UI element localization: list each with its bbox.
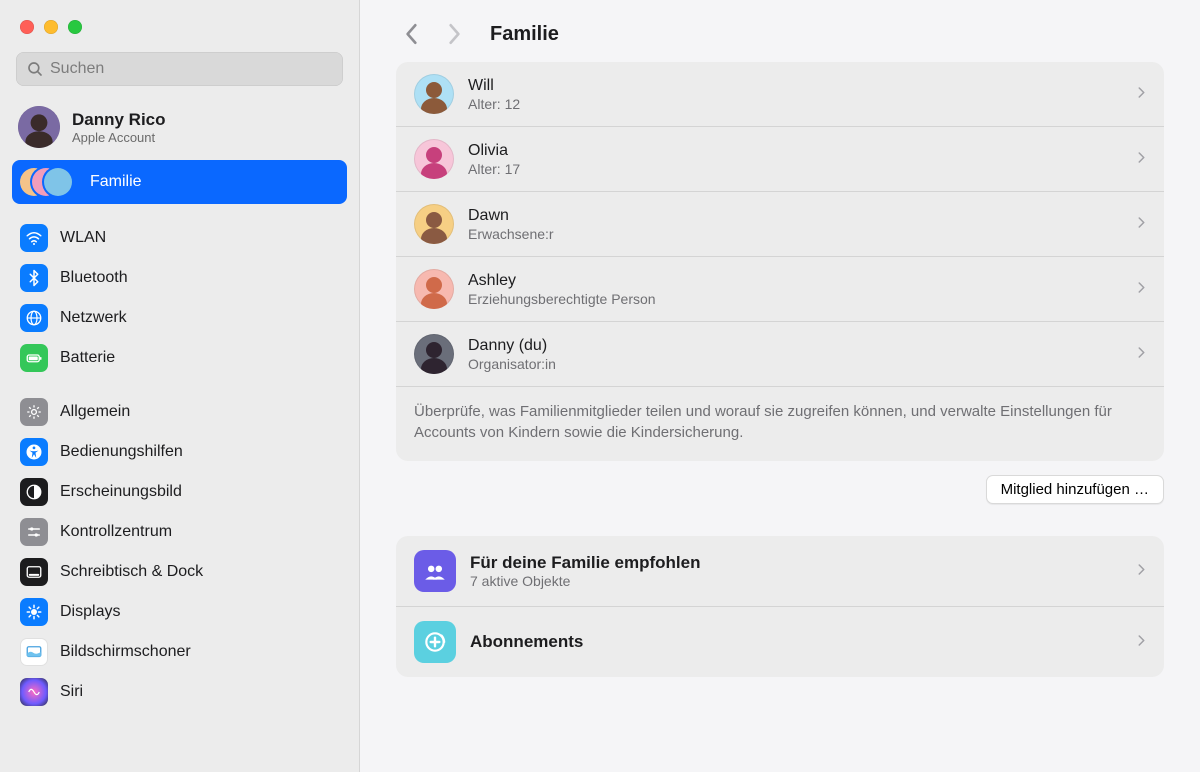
sidebar-item-label: Netzwerk [60,309,127,327]
sidebar-item-familie[interactable]: Familie [12,160,347,204]
sidebar-item-label: Allgemein [60,403,130,421]
sidebar: Danny Rico Apple Account Familie WLAN Blu… [0,0,360,772]
sidebar-item-allgemein[interactable]: Allgemein [12,392,347,432]
search-input[interactable] [50,60,333,78]
member-name: Olivia [468,142,1123,160]
plus-icon [414,621,456,663]
family-member-row[interactable]: Will Alter: 12 [396,62,1164,126]
sidebar-item-bluetooth[interactable]: Bluetooth [12,258,347,298]
sidebar-nav: Familie WLAN Bluetooth Netzwerk Batterie Al… [0,158,359,772]
family-member-row[interactable]: Danny (du) Organisator:in [396,321,1164,386]
sliders-icon [20,518,48,546]
zoom-window-button[interactable] [68,20,82,34]
feature-title: Abonnements [470,632,1123,652]
family-avatars-icon [20,166,78,198]
display-icon [20,598,48,626]
close-window-button[interactable] [20,20,34,34]
apple-account-row[interactable]: Danny Rico Apple Account [0,96,359,158]
main-panel: Familie Will Alter: 12 Olivia Alter: 17 [360,0,1200,772]
family-member-row[interactable]: Ashley Erziehungsberechtigte Person [396,256,1164,321]
member-avatar [414,204,454,244]
feature-row[interactable]: Für deine Familie empfohlen 7 aktive Obj… [396,536,1164,606]
member-name: Will [468,77,1123,95]
chevron-right-icon [1137,345,1146,363]
sidebar-item-label: Batterie [60,349,115,367]
family-features-card: Für deine Familie empfohlen 7 aktive Obj… [396,536,1164,677]
add-member-button[interactable]: Mitglied hinzufügen … [986,475,1164,504]
sidebar-item-erscheinungsbild[interactable]: Erscheinungsbild [12,472,347,512]
sidebar-item-netzwerk[interactable]: Netzwerk [12,298,347,338]
sidebar-item-label: Bildschirmschoner [60,643,191,661]
sidebar-item-siri[interactable]: Siri [12,672,347,712]
sidebar-item-displays[interactable]: Displays [12,592,347,632]
group-icon [414,550,456,592]
appear-icon [20,478,48,506]
member-subtitle: Organisator:in [468,356,1123,372]
member-name: Dawn [468,207,1123,225]
sidebar-item-schreibtisch-dock[interactable]: Schreibtisch & Dock [12,552,347,592]
battery-icon [20,344,48,372]
sidebar-item-bildschirmschoner[interactable]: Bildschirmschoner [12,632,347,672]
sidebar-item-kontrollzentrum[interactable]: Kontrollzentrum [12,512,347,552]
sidebar-item-wlan[interactable]: WLAN [12,218,347,258]
search-field[interactable] [16,52,343,86]
ssaver-icon [20,638,48,666]
ax-icon [20,438,48,466]
chevron-right-icon [1137,85,1146,103]
member-name: Danny (du) [468,337,1123,355]
account-subtitle: Apple Account [72,130,166,145]
sidebar-item-label: Familie [90,173,142,191]
forward-button[interactable] [442,22,466,46]
sidebar-item-label: Bedienungshilfen [60,443,183,461]
globe-icon [20,304,48,332]
minimize-window-button[interactable] [44,20,58,34]
feature-row[interactable]: Abonnements [396,606,1164,677]
member-avatar [414,334,454,374]
member-subtitle: Alter: 17 [468,161,1123,177]
account-avatar [18,106,60,148]
sidebar-item-label: Erscheinungsbild [60,483,182,501]
member-avatar [414,269,454,309]
sidebar-item-bedienungshilfen[interactable]: Bedienungshilfen [12,432,347,472]
member-subtitle: Alter: 12 [468,96,1123,112]
account-name: Danny Rico [72,110,166,130]
chevron-right-icon [1137,562,1146,580]
member-avatar [414,139,454,179]
family-member-row[interactable]: Dawn Erwachsene:r [396,191,1164,256]
sidebar-item-label: Schreibtisch & Dock [60,563,203,581]
member-name: Ashley [468,272,1123,290]
siri-icon [20,678,48,706]
search-icon [26,60,44,78]
sidebar-item-label: Displays [60,603,120,621]
sidebar-item-label: Siri [60,683,83,701]
feature-subtitle: 7 aktive Objekte [470,573,1123,589]
family-member-row[interactable]: Olivia Alter: 17 [396,126,1164,191]
gear-icon [20,398,48,426]
window-controls [0,4,359,48]
member-subtitle: Erwachsene:r [468,226,1123,242]
member-subtitle: Erziehungsberechtigte Person [468,291,1123,307]
chevron-right-icon [1137,150,1146,168]
back-button[interactable] [400,22,424,46]
sidebar-item-label: WLAN [60,229,106,247]
chevron-right-icon [1137,280,1146,298]
sidebar-item-batterie[interactable]: Batterie [12,338,347,378]
chevron-right-icon [1137,215,1146,233]
sidebar-item-label: Kontrollzentrum [60,523,172,541]
family-members-footer: Überprüfe, was Familienmitglieder teilen… [396,386,1164,461]
bluetooth-icon [20,264,48,292]
member-avatar [414,74,454,114]
feature-title: Für deine Familie empfohlen [470,553,1123,573]
main-header: Familie [360,0,1200,62]
chevron-right-icon [1137,633,1146,651]
dock-icon [20,558,48,586]
wifi-icon [20,224,48,252]
page-title: Familie [490,23,559,46]
family-members-card: Will Alter: 12 Olivia Alter: 17 Dawn [396,62,1164,461]
sidebar-item-label: Bluetooth [60,269,128,287]
